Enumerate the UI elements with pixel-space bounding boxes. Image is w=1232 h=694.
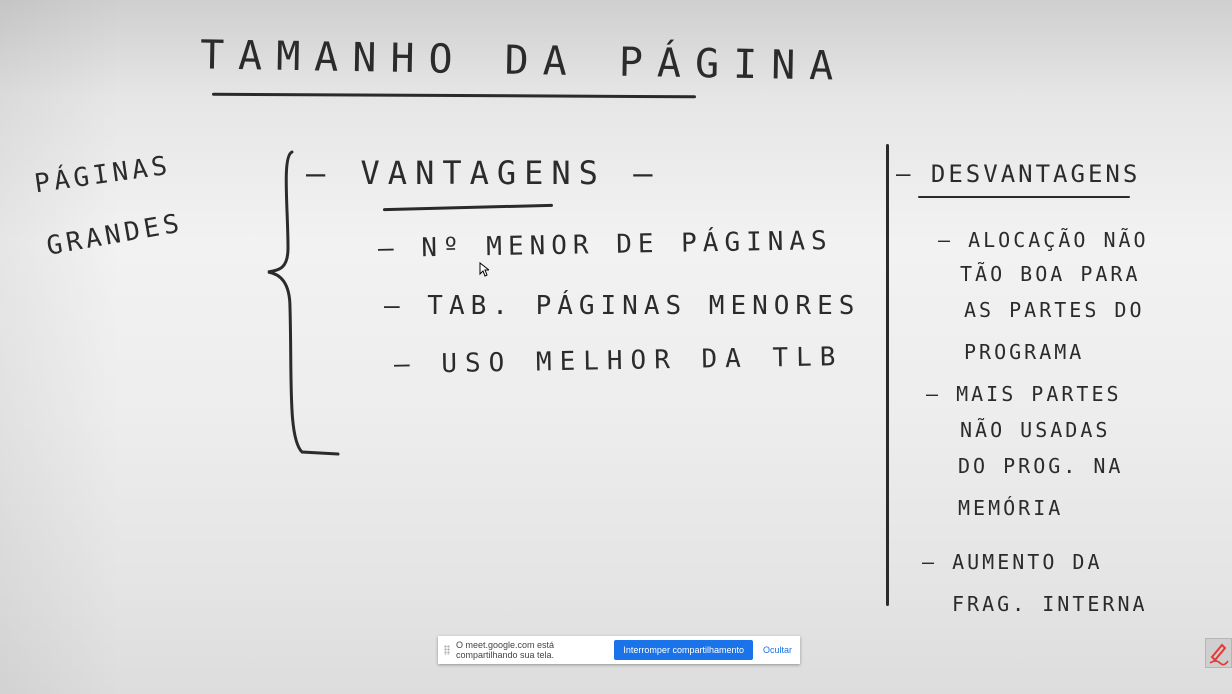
stop-sharing-button[interactable]: Interromper compartilhamento (614, 640, 753, 660)
disadvantage-1-line-1: – ALOCAÇÃO NÃO (938, 228, 1149, 252)
pen-icon (1209, 643, 1229, 666)
left-label-line-2: GRANDES (44, 208, 186, 262)
advantages-underline (382, 203, 554, 212)
share-message: O meet.google.com está compartilhando su… (456, 640, 555, 660)
left-label-line-1: PÁGINAS (32, 150, 173, 200)
advantage-item-3: – USO MELHOR DA TLB (393, 342, 844, 380)
screen-share-banner: O meet.google.com está compartilhando su… (438, 636, 800, 664)
annotate-button[interactable] (1205, 638, 1232, 668)
disadvantage-2-line-2: NÃO USADAS (960, 418, 1111, 442)
advantage-item-2: – TAB. PÁGINAS MENORES (384, 291, 861, 321)
hide-button[interactable]: Ocultar (759, 641, 796, 659)
title-underline (211, 92, 697, 99)
disadvantages-heading: – DESVANTAGENS (896, 160, 1141, 188)
board-title: TAMANHO DA PÁGINA (199, 32, 848, 90)
disadvantage-3-line-1: – AUMENTO DA (922, 550, 1103, 574)
mouse-cursor-icon (479, 262, 489, 277)
drag-handle-icon[interactable] (444, 645, 450, 655)
disadvantage-1-line-3: AS PARTES DO (964, 298, 1145, 322)
curly-brace (267, 150, 340, 456)
disadvantage-1-line-4: PROGRAMA (964, 340, 1085, 364)
advantages-heading: – VANTAGENS – (306, 154, 661, 192)
vertical-divider (886, 144, 889, 606)
advantage-item-1: – Nº MENOR DE PÁGINAS (377, 226, 833, 264)
disadvantage-2-line-4: MEMÓRIA (958, 496, 1064, 520)
disadvantage-2-line-3: DO PROG. NA (958, 454, 1124, 478)
disadvantage-1-line-2: TÃO BOA PARA (960, 262, 1141, 286)
whiteboard-video-frame: TAMANHO DA PÁGINA PÁGINAS GRANDES – VANT… (0, 0, 1232, 694)
disadvantage-2-line-1: – MAIS PARTES (926, 382, 1122, 406)
disadvantages-underline (918, 196, 1130, 198)
disadvantage-3-line-2: FRAG. INTERNA (952, 592, 1148, 616)
shadow-overlay (0, 0, 120, 694)
